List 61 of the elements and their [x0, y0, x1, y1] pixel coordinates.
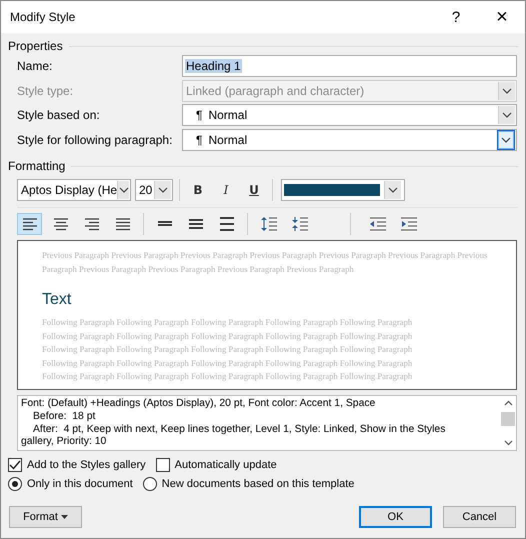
- field-label: Style for following paragraph:: [17, 132, 174, 147]
- increase-indent-icon: [400, 216, 418, 232]
- font-color-dropdown[interactable]: [281, 179, 405, 201]
- radio-label: Only in this document: [27, 478, 133, 490]
- radio-button[interactable]: [8, 477, 22, 491]
- dropdown-field[interactable]: ¶ Normal: [182, 104, 517, 126]
- checkbox-label: Automatically update: [174, 459, 277, 471]
- chevron-down-icon: [158, 187, 168, 193]
- checkbox-label: Add to the Styles gallery: [27, 459, 146, 471]
- radio-button[interactable]: [142, 477, 157, 491]
- preview-text-line: Following Paragraph Following Paragraph Following Paragraph Following Paragraph Following Paragraph: [42, 316, 414, 329]
- field-label: Style type:: [17, 84, 74, 98]
- checkbox[interactable]: [156, 458, 170, 472]
- font-size-dropdown[interactable]: 20: [135, 179, 173, 201]
- name-field[interactable]: Heading 1: [182, 55, 517, 78]
- bold-button[interactable]: B: [186, 179, 210, 201]
- preview-text-line: Following Paragraph Following Paragraph Following Paragraph Following Paragraph Following Paragraph: [42, 356, 414, 370]
- preview-text-line: Paragraph Previous Paragraph Previous Paragraph Previous Paragraph Previous Paragraph: [42, 262, 355, 276]
- cancel-button[interactable]: Cancel: [443, 506, 516, 528]
- section-heading: Formatting: [8, 159, 66, 173]
- font-dropdown[interactable]: Aptos Display (He: [17, 179, 131, 201]
- italic-button[interactable]: I: [214, 179, 238, 201]
- window-title: Modify Style: [10, 10, 76, 24]
- preview-text-line: Following Paragraph Following Paragraph Following Paragraph Following Paragraph Following Paragraph: [42, 343, 414, 356]
- chevron-up-icon: [504, 400, 512, 406]
- ok-button[interactable]: OK: [359, 506, 432, 528]
- one-half-spacing-icon: [186, 216, 204, 232]
- section-heading: Properties: [8, 39, 63, 53]
- chevron-down-icon: [502, 112, 512, 118]
- field-label: Name:: [17, 59, 54, 74]
- preview-text-line: Following Paragraph Following Paragraph Following Paragraph Following Paragraph Following Paragraph: [42, 370, 414, 383]
- increase-spacing-icon: [260, 216, 278, 232]
- help-button[interactable]: ?: [433, 1, 479, 33]
- decrease-spacing-icon: [290, 216, 308, 232]
- chevron-down-icon: [502, 88, 512, 94]
- description-line: gallery, Priority: 10: [21, 436, 108, 450]
- description-line: Before: 18 pt: [32, 410, 96, 424]
- radio-label: New documents based on this template: [162, 478, 354, 490]
- preview-text-line: Following Paragraph Following Paragraph Following Paragraph Following Paragraph Following Paragraph: [42, 330, 414, 343]
- preview-text-line: Previous Paragraph Previous Paragraph Previous Paragraph Previous Paragraph Previous Paragraph Previous Paragraph Previous: [42, 249, 488, 262]
- field-label: Style based on:: [17, 108, 101, 122]
- sample-heading: Text: [42, 290, 72, 310]
- chevron-down-icon: [501, 136, 511, 143]
- dropdown-field[interactable]: ¶ Normal: [182, 128, 517, 151]
- caret-icon: [60, 515, 68, 519]
- description-line: After: 4 pt, Keep with next, Keep lines together, Level 1, Style: Linked, Show in the Styles: [32, 424, 446, 436]
- description-line: Font: (Default) +Headings (Aptos Display), 20 pt, Font color: Accent 1, Space: [21, 398, 376, 411]
- chevron-down-icon: [388, 187, 398, 193]
- checkbox[interactable]: [8, 458, 22, 472]
- align-left-button[interactable]: [17, 213, 42, 235]
- underline-button[interactable]: U: [242, 179, 266, 201]
- decrease-indent-icon: [368, 216, 386, 232]
- format-menu-button[interactable]: Format: [9, 506, 82, 528]
- align-right-icon: [82, 216, 100, 232]
- justify-icon: [114, 216, 132, 232]
- align-left-icon: [20, 216, 38, 232]
- double-spacing-icon: [218, 216, 236, 232]
- close-button[interactable]: ×: [479, 1, 525, 33]
- chevron-down-icon: [118, 187, 129, 193]
- chevron-down-icon: [504, 440, 512, 446]
- align-center-icon: [52, 216, 70, 232]
